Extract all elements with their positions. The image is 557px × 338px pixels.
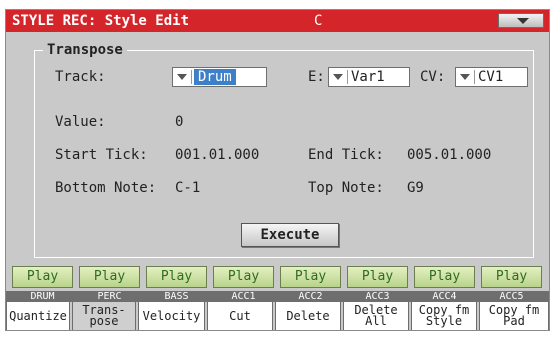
start-tick-label: Start Tick:: [55, 147, 148, 163]
top-note-label: Top Note:: [308, 180, 384, 196]
track-name: ACC2: [298, 291, 323, 302]
start-tick-field[interactable]: 001.01.000: [175, 146, 259, 164]
end-tick-label: End Tick:: [308, 147, 384, 163]
chevron-down-icon: [460, 74, 470, 80]
bottom-note-field[interactable]: C-1: [175, 179, 200, 197]
track-name: ACC5: [499, 291, 524, 302]
track-select-value: Drum: [194, 69, 236, 85]
cv-select-value: CV1: [478, 69, 504, 85]
element-label: E:: [308, 69, 325, 85]
tab-transpose[interactable]: Trans- pose: [72, 302, 136, 330]
tab-delete-all[interactable]: Delete All: [343, 302, 409, 330]
track-name: DRUM: [30, 291, 55, 302]
style-name: C: [314, 13, 323, 29]
value-field[interactable]: 0: [175, 113, 183, 131]
track-play-button-acc2[interactable]: Play: [280, 266, 341, 288]
tab-copy-from-pad[interactable]: Copy fm Pad: [479, 302, 549, 330]
bottom-note-label: Bottom Note:: [55, 180, 157, 196]
page-title: STYLE REC: Style Edit: [12, 13, 190, 29]
track-play-row: Play Play Play Play Play Play Play Play: [6, 266, 549, 290]
chevron-down-icon: [177, 74, 187, 80]
element-select[interactable]: Var1: [328, 67, 410, 87]
track-play-button-drum[interactable]: Play: [12, 266, 73, 288]
transpose-group-title: Transpose: [43, 41, 127, 59]
transpose-panel: Transpose Track: Drum E: Var1 CV: CV1 Va…: [34, 41, 534, 258]
style-rec-screen: STYLE REC: Style Edit C Transpose Track:…: [5, 9, 550, 331]
track-name: ACC1: [231, 291, 256, 302]
edit-tabs: Quantize Trans- pose Velocity Cut Delete…: [6, 302, 549, 330]
track-label: Track:: [55, 69, 106, 85]
track-play-button-acc5[interactable]: Play: [481, 266, 542, 288]
cv-select[interactable]: CV1: [455, 67, 528, 87]
track-play-button-acc1[interactable]: Play: [213, 266, 274, 288]
execute-button[interactable]: Execute: [241, 223, 339, 247]
track-name: PERC: [97, 291, 122, 302]
tab-quantize[interactable]: Quantize: [6, 302, 70, 330]
top-note-field[interactable]: G9: [407, 179, 424, 197]
track-name-strip: DRUM PERC BASS ACC1 ACC2 ACC3 ACC4 ACC5: [6, 291, 549, 302]
tab-copy-from-style[interactable]: Copy fm Style: [411, 302, 477, 330]
track-name: ACC4: [432, 291, 457, 302]
page-menu-button[interactable]: [498, 13, 544, 28]
chevron-down-icon: [333, 74, 343, 80]
tab-delete[interactable]: Delete: [275, 302, 341, 330]
track-name: ACC3: [365, 291, 390, 302]
value-label: Value:: [55, 114, 106, 130]
track-name: BASS: [164, 291, 189, 302]
end-tick-field[interactable]: 005.01.000: [407, 146, 491, 164]
track-play-button-acc4[interactable]: Play: [414, 266, 475, 288]
track-select[interactable]: Drum: [172, 67, 267, 87]
track-play-button-acc3[interactable]: Play: [347, 266, 408, 288]
menu-arrow-icon: [517, 18, 529, 24]
cv-label: CV:: [420, 69, 446, 85]
title-bar: STYLE REC: Style Edit C: [6, 10, 549, 32]
track-play-button-bass[interactable]: Play: [146, 266, 207, 288]
tab-velocity[interactable]: Velocity: [138, 302, 205, 330]
track-play-button-perc[interactable]: Play: [79, 266, 140, 288]
element-select-value: Var1: [351, 69, 385, 85]
tab-cut[interactable]: Cut: [207, 302, 273, 330]
